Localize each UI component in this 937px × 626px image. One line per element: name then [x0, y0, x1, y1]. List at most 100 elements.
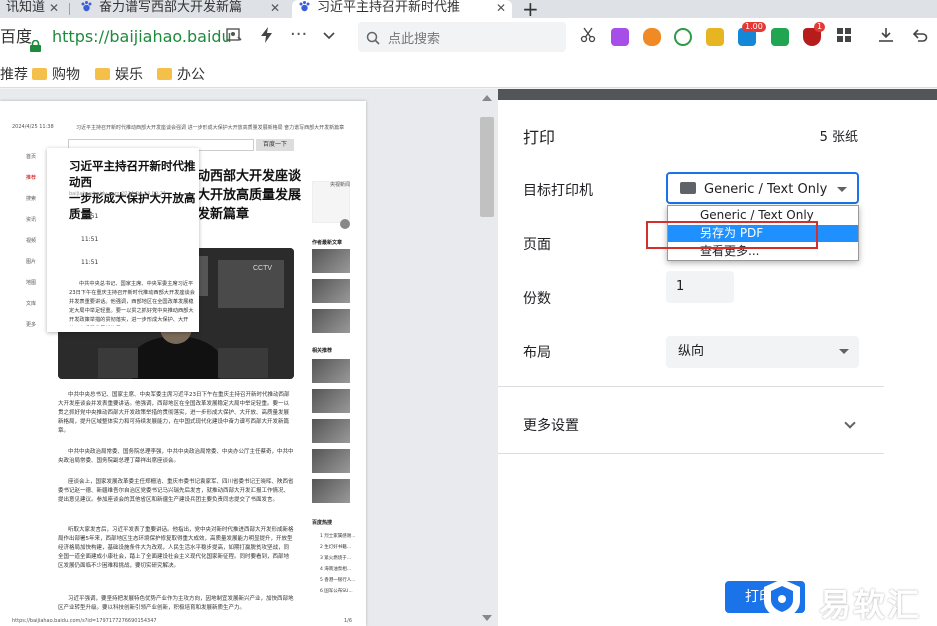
page-footer-url: https://baijiahao.baidu.com/s?id=1797177… — [12, 618, 157, 624]
tab-3-active[interactable]: 习近平主持召开新时代推 ✕ — [292, 0, 512, 18]
tab-1-label: 讯知道 — [6, 0, 46, 15]
book-icon[interactable] — [771, 28, 789, 46]
headline-line: 大开放高质量发展 — [197, 188, 302, 203]
destination-select[interactable]: Generic / Text Only — [666, 172, 859, 204]
print-settings-panel: 打印 5 张纸 目标打印机 Generic / Text Only 页面 份数 … — [498, 100, 884, 626]
time-stamp: 11:51 — [81, 213, 99, 220]
close-icon[interactable]: ✕ — [49, 0, 59, 16]
bookmark-recommend[interactable]: 推荐 — [0, 64, 28, 84]
left-nav-item: 资讯 — [26, 217, 37, 223]
headline-line: 动西部大开发座谈 — [197, 169, 302, 184]
layout-select[interactable]: 纵向 — [666, 336, 859, 368]
list-item: 4 海南油泵相... — [320, 567, 352, 572]
left-nav-item: 推荐 — [26, 175, 37, 181]
chevron-down-icon[interactable] — [322, 27, 336, 46]
body-paragraph: 习近平强调，要坚持把发展特色优势产业作为主攻方向，因地制宜发展新兴产业，加快西部… — [58, 596, 294, 611]
search-placeholder: 点此搜索 — [388, 32, 441, 47]
bookmark-label: 购物 — [52, 67, 80, 83]
bookmark-label: 推荐 — [0, 67, 28, 83]
article-thumb — [312, 449, 350, 473]
printer-icon — [680, 182, 696, 194]
search-icon — [366, 30, 380, 45]
scissors-icon[interactable] — [580, 27, 596, 47]
chevron-down-icon[interactable] — [844, 417, 856, 429]
undo-icon[interactable] — [912, 27, 928, 47]
print-preview-area: 2024/4/25 11:38 习近平主持召开新时代推动西部大开发座谈会强调 进… — [0, 89, 498, 626]
preview-scrollbar[interactable] — [480, 117, 494, 217]
pages-label: 页面 — [523, 237, 551, 253]
ie-icon[interactable] — [674, 28, 692, 46]
lock-icon[interactable] — [30, 31, 41, 52]
paw-icon — [80, 0, 93, 13]
tab-2-label: 奋力谱写西部大开发新篇 — [99, 0, 243, 15]
close-icon[interactable]: ✕ — [496, 0, 506, 16]
watermark-text: 易软汇 — [819, 586, 922, 624]
divider — [498, 453, 884, 454]
time-stamp: 11:51 — [81, 259, 99, 266]
chevron-down-icon — [837, 187, 847, 192]
left-nav-item: 图片 — [26, 259, 37, 265]
svg-text:CCTV: CCTV — [253, 265, 272, 272]
print-dialog: 2024/4/25 11:38 习近平主持召开新时代推动西部大开发座谈会强调 进… — [0, 89, 937, 626]
lightning-icon[interactable] — [260, 27, 274, 47]
grid-icon[interactable] — [836, 27, 852, 47]
watermark-logo: 易软汇 — [757, 572, 937, 626]
url-text[interactable]: https://baijiahao.baidu — [52, 21, 232, 53]
article-thumb — [312, 479, 350, 503]
follow-dot — [340, 219, 350, 229]
left-nav-item: 地图 — [26, 280, 37, 286]
article-thumb — [312, 309, 350, 333]
more-settings-toggle[interactable]: 更多设置 — [523, 415, 579, 435]
tab-2[interactable]: 奋力谱写西部大开发新篇 ✕ — [74, 0, 286, 18]
source-name: 央视新闻 — [330, 182, 351, 188]
list-item: 2 生灯好书籍... — [320, 545, 352, 550]
overlay-source: baijiahao.baidu.com 2024-04-24 09:21 — [69, 191, 167, 197]
article-thumb — [312, 389, 350, 413]
article-thumb — [312, 279, 350, 303]
body-paragraph: 中共中央政治局常委、国务院总理李强，中共中央政治局常委、中央办公厅主任蔡奇，中共… — [58, 449, 294, 464]
overlay-paragraph: 中共中央总书记、国家主席、中央军委主席习近平23日下午在重庆主持召开新时代推动西… — [69, 281, 195, 323]
close-icon[interactable]: ✕ — [270, 0, 280, 16]
page-header-title: 习近平主持召开新时代推动西部大开发座谈会强调 进一步形成大保护大开放高质量发展新… — [76, 125, 345, 131]
tab-strip: 讯知道 ✕ 奋力谱写西部大开发新篇 ✕ 习近平主持召开新时代推 ✕ + — [0, 0, 937, 21]
left-nav-item: 首页 — [26, 154, 37, 160]
list-item: 1 烈士家属感谢... — [320, 534, 356, 539]
left-nav-item: 文库 — [26, 301, 37, 307]
page-baidu-button: 百度一下 — [256, 139, 294, 151]
scroll-down-icon[interactable] — [482, 615, 492, 621]
gamepad-icon[interactable] — [643, 28, 661, 46]
bookmark-label: 办公 — [177, 67, 205, 83]
scroll-up-icon[interactable] — [482, 95, 492, 101]
list-item: 3 紧火燃烧于... — [320, 556, 352, 561]
preview-page: 2024/4/25 11:38 习近平主持召开新时代推动西部大开发座谈会强调 进… — [0, 101, 366, 626]
bookmarks-bar: 推荐 购物 娱乐 办公 — [0, 56, 937, 88]
play-badge: 1.00 — [742, 22, 766, 32]
folder-icon — [32, 68, 47, 80]
bookmark-shopping[interactable]: 购物 — [32, 64, 80, 84]
bookmark-entertainment[interactable]: 娱乐 — [95, 64, 143, 84]
panel-margin — [884, 100, 937, 626]
folder-icon — [157, 68, 172, 80]
layout-label: 布局 — [523, 345, 551, 361]
headline-background: 动西部大开发座谈 大开放高质量发展 发新篇章 — [197, 167, 307, 224]
cat-icon[interactable] — [706, 28, 724, 46]
search-input[interactable]: 点此搜索 — [358, 22, 566, 52]
copies-input[interactable]: 1 — [666, 271, 734, 303]
right-section-title: 百度热搜 — [312, 520, 333, 526]
ublock-badge: 1 — [814, 22, 826, 32]
more-dots-icon[interactable]: ··· — [290, 24, 307, 45]
time-stamp: 11:51 — [81, 236, 99, 243]
paw-icon — [298, 0, 311, 13]
translate-icon[interactable] — [611, 28, 629, 46]
article-thumb — [312, 419, 350, 443]
folder-icon — [95, 68, 110, 80]
chevron-down-icon — [839, 349, 849, 354]
download-icon[interactable] — [878, 27, 894, 47]
body-paragraph: 座谈会上，国家发展改革委主任郑栅洁、重庆市委书记袁家军、四川省委书记王晓晖、陕西… — [58, 479, 294, 503]
reader-mode-icon[interactable] — [226, 27, 242, 47]
site-label: 百度 — [0, 27, 33, 46]
tab-1[interactable]: 讯知道 ✕ — [0, 0, 65, 18]
highlight-callout-box — [646, 221, 818, 249]
bookmark-office[interactable]: 办公 — [157, 64, 205, 84]
list-item: 6 国军公布SU... — [320, 589, 353, 594]
